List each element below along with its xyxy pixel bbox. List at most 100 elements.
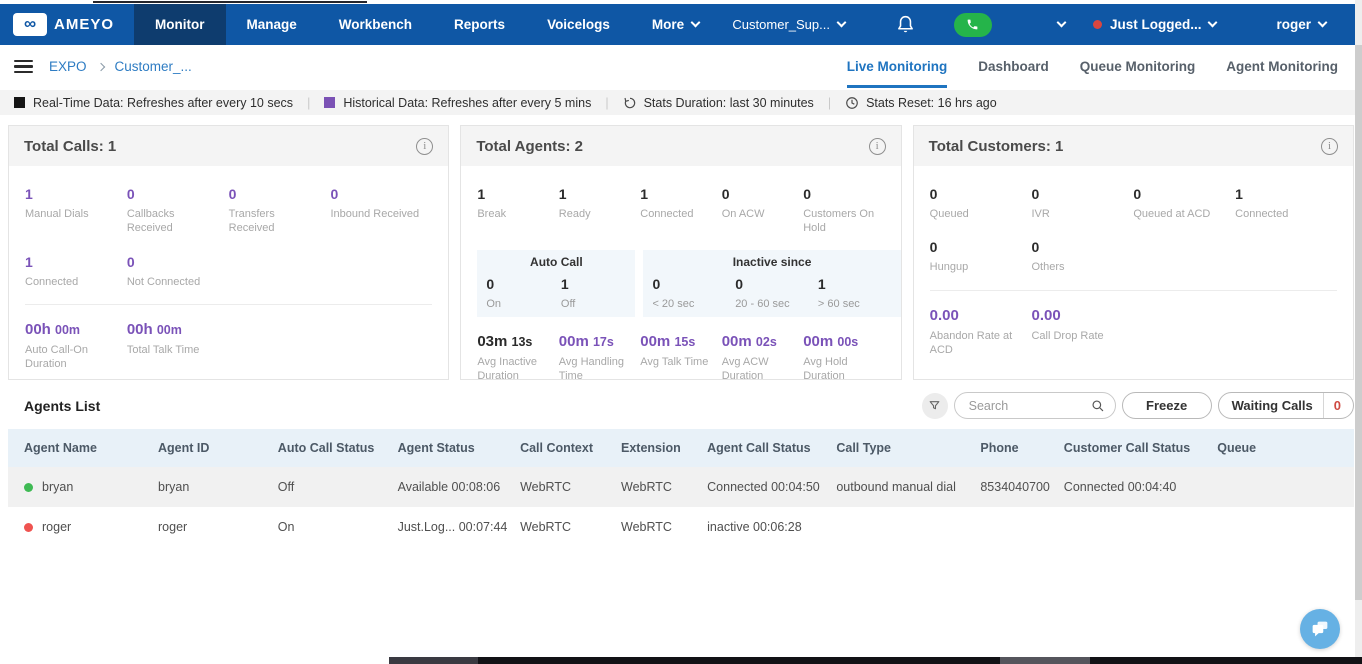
nav-reports[interactable]: Reports — [433, 4, 526, 45]
breadcrumb-root[interactable]: EXPO — [49, 59, 87, 74]
search-icon[interactable] — [1091, 399, 1105, 413]
stat-others: 0Others — [1031, 239, 1133, 274]
stat-avg-talk-time: 00m 15sAvg Talk Time — [640, 333, 721, 384]
legend-stats-duration: Stats Duration: last 30 minutes — [623, 96, 814, 110]
stat-on-acw: 0On ACW — [722, 186, 803, 236]
stat-inbound-received: 0Inbound Received — [330, 186, 432, 236]
col-queue[interactable]: Queue — [1211, 429, 1354, 467]
stat-queued: 0Queued — [930, 186, 1032, 221]
legend-realtime: Real-Time Data: Refreshes after every 10… — [14, 96, 293, 110]
nav-workbench[interactable]: Workbench — [318, 4, 433, 45]
main-nav: Monitor Manage Workbench Reports Voicelo… — [134, 4, 720, 45]
col-agent-call-status[interactable]: Agent Call Status — [701, 429, 830, 467]
agents-list-header: Agents List Freeze Waiting Calls 0 — [8, 392, 1354, 419]
col-extension[interactable]: Extension — [615, 429, 701, 467]
subheader: EXPO Customer_... Live Monitoring Dashbo… — [0, 45, 1362, 88]
user-menu[interactable]: roger — [1276, 17, 1326, 32]
filter-button[interactable] — [922, 393, 948, 419]
info-icon[interactable] — [1321, 138, 1338, 155]
agents-list-controls: Freeze Waiting Calls 0 — [922, 392, 1354, 419]
total-agents-title: Total Agents: 2 — [476, 138, 583, 155]
stat-avg-handling-time: 00m 17sAvg Handling Time — [559, 333, 640, 384]
stat-ivr: 0IVR — [1031, 186, 1133, 221]
stat-avg-acw-duration: 00m 02sAvg ACW Duration — [722, 333, 803, 384]
agent-row-bryan[interactable]: bryan bryan Off Available 00:08:06 WebRT… — [8, 467, 1354, 507]
stat-hungup: 0Hungup — [930, 239, 1032, 274]
campaign-selector[interactable]: Customer_Sup... — [732, 17, 845, 32]
freeze-button[interactable]: Freeze — [1122, 392, 1212, 419]
nav-voicelogs[interactable]: Voicelogs — [526, 4, 631, 45]
col-agent-name[interactable]: Agent Name — [8, 429, 152, 467]
search-box — [954, 392, 1116, 419]
total-calls-title: Total Calls: 1 — [24, 138, 116, 155]
stat-manual-dials: 1Manual Dials — [25, 186, 127, 236]
stat-avg-inactive-duration: 03m 13sAvg Inactive Duration — [477, 333, 558, 384]
info-icon[interactable] — [869, 138, 886, 155]
historical-swatch-icon — [324, 97, 335, 108]
chat-bubbles-icon — [1310, 620, 1330, 638]
nav-more[interactable]: More — [631, 4, 720, 45]
legend-bar: Real-Time Data: Refreshes after every 10… — [0, 90, 1362, 115]
col-call-type[interactable]: Call Type — [830, 429, 974, 467]
taskbar-segment — [1000, 657, 1090, 664]
phone-icon — [966, 18, 979, 31]
agent-row-roger[interactable]: roger roger On Just.Log... 00:07:44 WebR… — [8, 507, 1354, 547]
window-edge-shadow — [93, 1, 367, 3]
stat-customers-on-hold: 0Customers On Hold — [803, 186, 884, 236]
waiting-calls-button[interactable]: Waiting Calls 0 — [1218, 392, 1354, 419]
total-calls-body: 1Manual Dials 0Callbacks Received 0Trans… — [9, 166, 448, 371]
nav-monitor[interactable]: Monitor — [134, 4, 226, 45]
tab-live-monitoring[interactable]: Live Monitoring — [847, 45, 948, 88]
call-button[interactable] — [954, 13, 992, 37]
notifications-bell-icon[interactable] — [897, 15, 914, 34]
total-agents-header: Total Agents: 2 — [461, 126, 900, 166]
col-phone[interactable]: Phone — [974, 429, 1057, 467]
stat-auto-call-off: 1Off — [561, 276, 636, 311]
collapse-chevron-icon[interactable] — [1057, 18, 1067, 28]
inactive-since-subpanel: Inactive since 0< 20 sec 020 - 60 sec 1>… — [643, 250, 900, 317]
agents-table-header-row: Agent Name Agent ID Auto Call Status Age… — [8, 429, 1354, 467]
stat-inactive-lt20: 0< 20 sec — [652, 276, 735, 311]
navbar-right: Customer_Sup... Just Logged... roger — [732, 4, 1362, 45]
brand-name: AMEYO — [54, 16, 114, 33]
top-navbar: ∞ AMEYO Monitor Manage Workbench Reports… — [0, 4, 1362, 45]
chat-widget-button[interactable] — [1300, 609, 1340, 649]
agent-presence-selector[interactable]: Just Logged... — [1093, 17, 1217, 32]
legend-stats-reset: Stats Reset: 16 hrs ago — [845, 96, 997, 110]
monitor-tabs: Live Monitoring Dashboard Queue Monitori… — [847, 45, 1338, 88]
scrollbar-thumb[interactable] — [1355, 45, 1362, 600]
stat-inactive-gt60: 1> 60 sec — [818, 276, 901, 311]
legend-historical: Historical Data: Refreshes after every 5… — [324, 96, 591, 110]
tab-agent-monitoring[interactable]: Agent Monitoring — [1226, 45, 1338, 88]
stat-transfers-received: 0Transfers Received — [229, 186, 331, 236]
breadcrumb-current[interactable]: Customer_... — [115, 59, 192, 74]
chevron-down-icon — [837, 18, 847, 28]
col-agent-id[interactable]: Agent ID — [152, 429, 272, 467]
divider: | — [605, 96, 608, 110]
waiting-calls-count: 0 — [1324, 398, 1353, 413]
tab-queue-monitoring[interactable]: Queue Monitoring — [1080, 45, 1196, 88]
stat-customers-connected: 1Connected — [1235, 186, 1337, 221]
agents-list-title: Agents List — [24, 398, 100, 414]
stat-queued-at-acd: 0Queued at ACD — [1133, 186, 1235, 221]
total-calls-header: Total Calls: 1 — [9, 126, 448, 166]
stat-ready: 1Ready — [559, 186, 640, 236]
nav-manage[interactable]: Manage — [226, 4, 318, 45]
stat-avg-hold-duration: 00m 00sAvg Hold Duration — [803, 333, 884, 384]
col-auto-call-status[interactable]: Auto Call Status — [272, 429, 392, 467]
stat-callbacks-received: 0Callbacks Received — [127, 186, 229, 236]
col-customer-call-status[interactable]: Customer Call Status — [1058, 429, 1211, 467]
stat-inactive-20-60: 020 - 60 sec — [735, 276, 818, 311]
refresh-icon — [623, 96, 637, 110]
infinity-glyph: ∞ — [24, 15, 36, 32]
menu-icon[interactable] — [14, 57, 33, 77]
tab-dashboard[interactable]: Dashboard — [978, 45, 1049, 88]
info-icon[interactable] — [416, 138, 433, 155]
col-agent-status[interactable]: Agent Status — [392, 429, 514, 467]
search-input[interactable] — [969, 399, 1091, 413]
auto-call-subpanel: Auto Call 0On 1Off — [477, 250, 635, 317]
col-call-context[interactable]: Call Context — [514, 429, 615, 467]
nav-more-label: More — [652, 17, 684, 32]
presence-label: Just Logged... — [1110, 17, 1202, 32]
stat-abandon-rate-acd: 0.00Abandon Rate at ACD — [930, 307, 1032, 358]
